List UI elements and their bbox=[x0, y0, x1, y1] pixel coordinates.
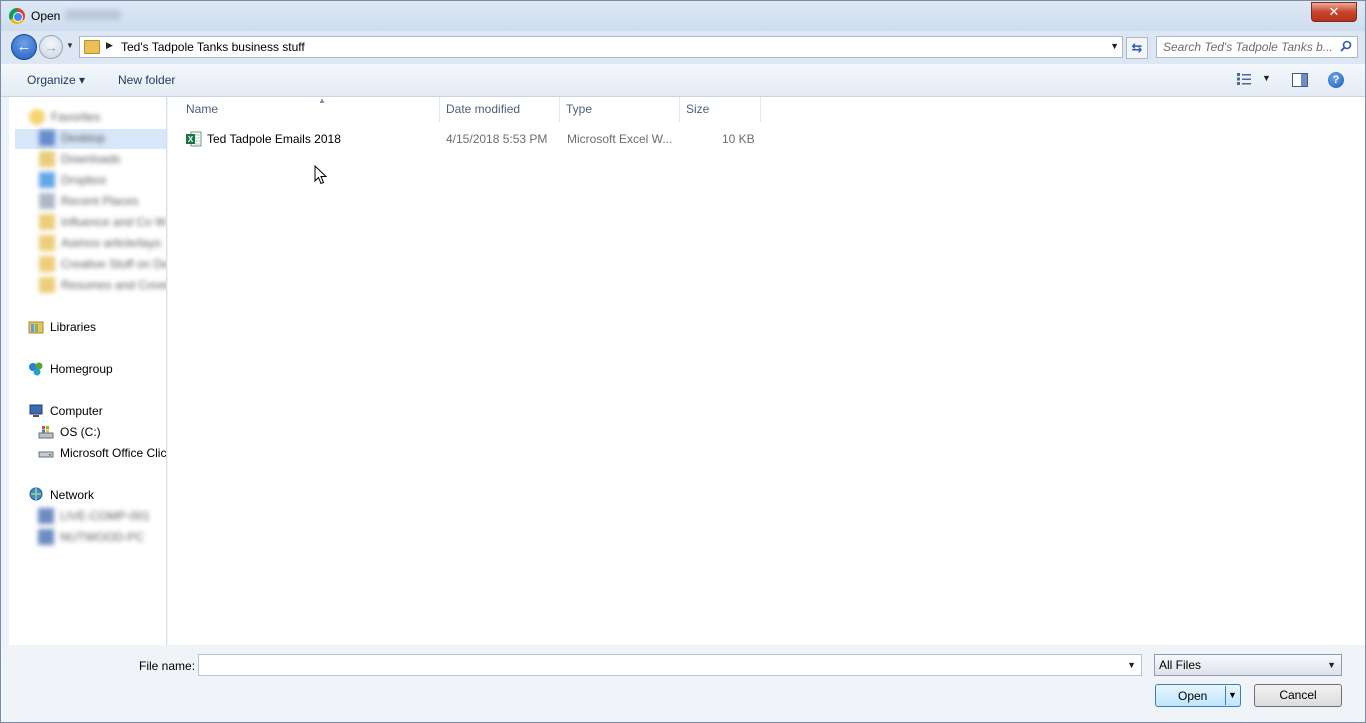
open-button-label: Open bbox=[1178, 689, 1208, 703]
folder-icon bbox=[39, 214, 55, 230]
file-type-filter-value: All Files bbox=[1159, 658, 1202, 672]
breadcrumb-current-folder[interactable]: Ted's Tadpole Tanks business stuff bbox=[121, 40, 305, 54]
forward-button[interactable]: → bbox=[39, 35, 63, 59]
svg-text:X: X bbox=[188, 135, 194, 144]
back-arrow-icon: ← bbox=[16, 38, 32, 55]
cancel-button[interactable]: Cancel bbox=[1254, 684, 1342, 707]
column-header-type[interactable]: Type bbox=[560, 97, 680, 122]
search-icon[interactable] bbox=[1340, 40, 1352, 52]
dropbox-icon bbox=[39, 172, 55, 188]
split-divider bbox=[1225, 686, 1226, 705]
refresh-icon: ⇆ bbox=[1131, 40, 1143, 55]
window-title: Open bbox=[31, 9, 61, 23]
folder-icon bbox=[84, 40, 100, 54]
file-type-filter[interactable]: All Files ▼ bbox=[1154, 654, 1342, 676]
drive-icon bbox=[38, 426, 54, 439]
desktop-icon bbox=[39, 130, 55, 146]
file-type: Microsoft Excel W... bbox=[567, 132, 673, 146]
navigation-pane: Favorites Desktop Downloads Dropbox Rece… bbox=[9, 97, 167, 645]
chrome-icon bbox=[9, 8, 25, 24]
file-name-field[interactable]: ▼ bbox=[198, 654, 1142, 676]
breadcrumb-chevron-icon[interactable]: ▶ bbox=[106, 40, 113, 51]
refresh-button[interactable]: ⇆ bbox=[1126, 37, 1148, 59]
dialog-footer: File name: ▼ All Files ▼ Open ▼ Cancel bbox=[1, 645, 1365, 722]
file-name: Ted Tadpole Emails 2018 bbox=[207, 132, 341, 146]
search-input[interactable] bbox=[1163, 40, 1333, 54]
address-row: ← → ▼ ▶ Ted's Tadpole Tanks business stu… bbox=[1, 31, 1365, 64]
folder-icon bbox=[39, 256, 55, 272]
file-size: 10 KB bbox=[722, 132, 755, 146]
address-dropdown-icon[interactable]: ▼ bbox=[1110, 41, 1119, 51]
file-name-label: File name: bbox=[139, 659, 196, 673]
libraries-icon bbox=[28, 321, 44, 334]
search-box[interactable] bbox=[1156, 36, 1358, 58]
column-header-name[interactable]: ▲ Name bbox=[180, 96, 440, 122]
address-bar[interactable]: ▶ Ted's Tadpole Tanks business stuff ▼ bbox=[79, 36, 1123, 58]
drive-icon bbox=[38, 451, 54, 458]
title-bar: Open ✕ bbox=[1, 1, 1365, 31]
network-icon bbox=[29, 487, 43, 501]
folder-icon bbox=[39, 277, 55, 293]
mouse-cursor-icon bbox=[314, 165, 328, 185]
folder-icon bbox=[39, 235, 55, 251]
homegroup-icon bbox=[29, 362, 43, 376]
view-options-dropdown[interactable]: ▼ bbox=[1262, 73, 1271, 83]
recent-locations-dropdown[interactable]: ▼ bbox=[66, 41, 74, 50]
file-list: ▲ Name Date modified Type Size X Ted Tad… bbox=[168, 96, 1365, 645]
file-name-dropdown-icon[interactable]: ▼ bbox=[1127, 660, 1136, 670]
open-options-dropdown-icon[interactable]: ▼ bbox=[1228, 690, 1237, 700]
star-icon bbox=[29, 109, 45, 125]
close-button[interactable]: ✕ bbox=[1311, 2, 1357, 22]
column-header-size[interactable]: Size bbox=[680, 97, 761, 122]
computer-icon bbox=[29, 404, 43, 417]
command-bar: Organize ▾ New folder ▼ ? bbox=[1, 64, 1365, 97]
downloads-icon bbox=[39, 151, 55, 167]
excel-icon: X bbox=[186, 131, 202, 147]
open-dialog: Open ✕ ← → ▼ ▶ Ted's Tadpole Tanks busin… bbox=[0, 0, 1366, 723]
forward-arrow-icon: → bbox=[44, 39, 58, 55]
sort-ascending-icon: ▲ bbox=[318, 96, 326, 105]
file-row[interactable]: X Ted Tadpole Emails 2018 4/15/2018 5:53… bbox=[182, 129, 762, 149]
recent-places-icon bbox=[39, 193, 55, 209]
network-computer-icon bbox=[38, 508, 54, 524]
blurred-title-text bbox=[65, 10, 121, 20]
help-icon[interactable]: ? bbox=[1328, 72, 1344, 88]
file-date-modified: 4/15/2018 5:53 PM bbox=[446, 132, 548, 146]
column-header-date-modified[interactable]: Date modified bbox=[440, 97, 560, 122]
change-view-icon[interactable] bbox=[1237, 73, 1251, 85]
organize-button[interactable]: Organize ▾ bbox=[27, 73, 85, 87]
open-button[interactable]: Open ▼ bbox=[1155, 684, 1241, 707]
network-computer-icon bbox=[38, 529, 54, 545]
file-name-input[interactable] bbox=[203, 658, 1123, 672]
preview-pane-button[interactable] bbox=[1292, 73, 1308, 87]
back-button[interactable]: ← bbox=[11, 34, 37, 60]
new-folder-button[interactable]: New folder bbox=[118, 73, 175, 87]
chevron-down-icon: ▼ bbox=[1327, 660, 1336, 670]
